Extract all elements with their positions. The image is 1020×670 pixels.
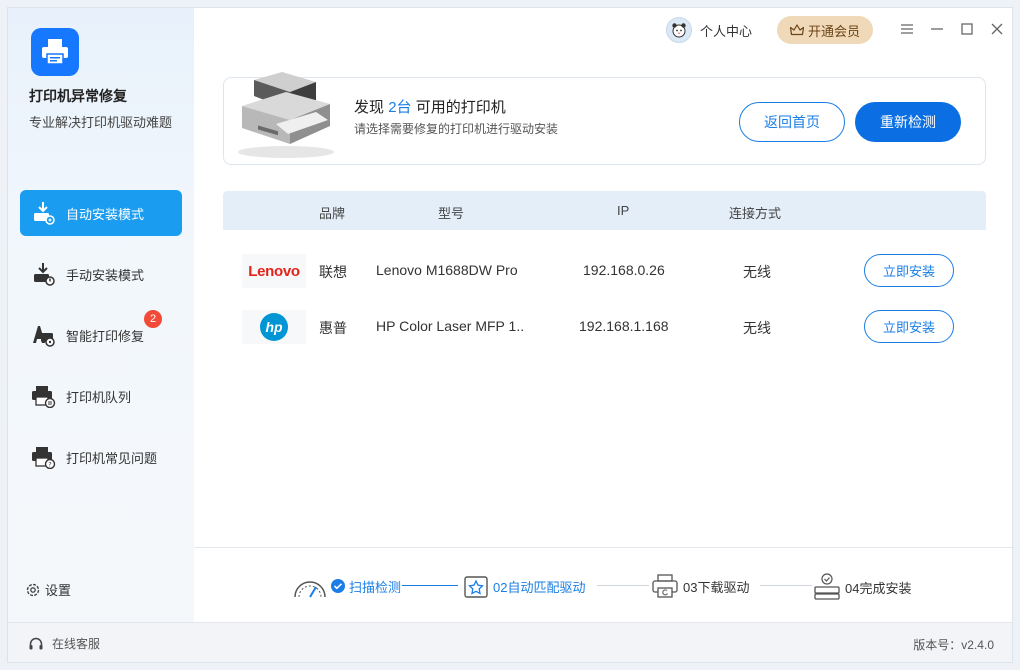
step-complete-install: 04完成安装 <box>813 573 911 601</box>
user-center-button[interactable]: 个人中心 <box>666 17 752 43</box>
column-header-ip: IP <box>617 203 630 218</box>
step-connector <box>402 585 458 586</box>
found-suffix: 可用的打印机 <box>415 99 506 116</box>
found-printers-subtitle: 请选择需要修复的打印机进行驱动安装 <box>354 122 559 136</box>
found-count: 2台 <box>388 99 412 116</box>
hp-logo: hp <box>242 310 306 344</box>
step-match-driver: 02自动匹配驱动 <box>463 573 585 599</box>
ip-cell: 192.168.0.26 <box>583 262 665 278</box>
brand-cell: 惠普 <box>319 320 347 336</box>
column-header-model: 型号 <box>438 206 465 221</box>
connection-cell: 无线 <box>743 320 771 336</box>
step-download-driver: 03下载驱动 <box>651 573 749 599</box>
brand-cell: 联想 <box>319 264 347 280</box>
step-scan: 扫描检测 <box>293 573 401 599</box>
printer-faq-icon: ? <box>30 444 56 470</box>
found-printers-title: 发现 2台 可用的打印机 <box>354 96 506 117</box>
online-support-button[interactable]: 在线客服 <box>28 635 100 652</box>
printer-table-header: 品牌 型号 IP 连接方式 <box>223 191 986 230</box>
step-connector <box>760 585 812 586</box>
manual-install-icon <box>30 261 56 287</box>
user-avatar-icon <box>666 17 692 43</box>
model-cell: Lenovo M1688DW Pro <box>376 262 518 278</box>
support-label: 在线客服 <box>52 637 101 651</box>
connection-cell: 无线 <box>743 264 771 280</box>
table-row: hp 惠普 HP Color Laser MFP 1.. 192.168.1.1… <box>223 302 986 352</box>
footer: 在线客服 版本号：v2.4.0 <box>8 622 1012 662</box>
sidebar-item-printer-faq[interactable]: ? 打印机常见问题 <box>20 434 182 480</box>
settings-label: 设置 <box>45 583 72 598</box>
printer-queue-icon <box>30 383 56 409</box>
check-circle-icon <box>331 579 345 593</box>
sidebar-item-label: 自动安装模式 <box>66 206 145 222</box>
app-window: 打印机异常修复 专业解决打印机驱动难题 自动安装模式 手动安装模式 智能打印修复 <box>7 7 1013 663</box>
app-subtitle: 专业解决打印机驱动难题 <box>29 115 173 130</box>
install-now-button[interactable]: 立即安装 <box>864 254 954 287</box>
lenovo-logo: Lenovo <box>242 254 306 288</box>
user-center-label: 个人中心 <box>700 23 753 39</box>
close-icon[interactable] <box>988 20 1006 38</box>
sidebar-item-label: 手动安装模式 <box>66 267 145 283</box>
smart-repair-icon <box>30 322 56 348</box>
printer-refresh-icon <box>651 573 679 599</box>
menu-icon[interactable] <box>898 20 916 38</box>
sidebar-item-smart-repair[interactable]: 智能打印修复 2 <box>20 310 182 358</box>
minimize-icon[interactable] <box>928 20 946 38</box>
table-row: Lenovo 联想 Lenovo M1688DW Pro 192.168.0.2… <box>223 246 986 296</box>
step-label: 扫描检测 <box>349 579 402 595</box>
sidebar-nav: 自动安装模式 手动安装模式 智能打印修复 2 打印机队列 ? 打印机常见问题 <box>20 190 182 495</box>
rescan-button[interactable]: 重新检测 <box>855 102 961 142</box>
install-now-button[interactable]: 立即安装 <box>864 310 954 343</box>
sidebar-item-manual-install[interactable]: 手动安装模式 <box>20 251 182 297</box>
version-label: 版本号：v2.4.0 <box>913 638 994 652</box>
steps-divider <box>194 547 1012 548</box>
gear-icon <box>26 583 40 596</box>
svg-text:?: ? <box>48 461 51 469</box>
column-header-brand: 品牌 <box>319 206 346 221</box>
vip-label: 开通会员 <box>807 23 860 39</box>
maximize-icon[interactable] <box>958 20 976 38</box>
gauge-icon <box>293 573 327 599</box>
sidebar-item-label: 打印机常见问题 <box>66 450 158 466</box>
step-connector <box>597 585 649 586</box>
star-box-icon <box>463 573 489 599</box>
printer-wrench-icon <box>42 39 68 65</box>
vip-button[interactable]: 开通会员 <box>777 16 873 44</box>
printer-illustration <box>232 66 340 167</box>
computer-check-icon <box>813 573 841 601</box>
title-bar: 个人中心 开通会员 <box>194 8 1012 58</box>
app-name: 打印机异常修复 <box>29 88 127 104</box>
back-home-button[interactable]: 返回首页 <box>739 102 845 142</box>
crown-icon <box>789 24 804 36</box>
column-header-connection: 连接方式 <box>729 206 782 221</box>
ip-cell: 192.168.1.168 <box>579 318 669 334</box>
sidebar-item-printer-queue[interactable]: 打印机队列 <box>20 373 182 419</box>
settings-button[interactable]: 设置 <box>25 580 71 599</box>
notification-badge: 2 <box>144 310 162 328</box>
sidebar-item-label: 打印机队列 <box>66 389 132 405</box>
sidebar: 打印机异常修复 专业解决打印机驱动难题 自动安装模式 手动安装模式 智能打印修复 <box>8 8 194 622</box>
found-prefix: 发现 <box>354 99 385 116</box>
sidebar-item-auto-install[interactable]: 自动安装模式 <box>20 190 182 236</box>
headset-icon <box>29 637 43 649</box>
step-label: 02自动匹配驱动 <box>493 579 586 595</box>
step-label: 03下载驱动 <box>683 579 750 595</box>
sidebar-item-label: 智能打印修复 <box>66 328 145 344</box>
detection-banner: 发现 2台 可用的打印机 请选择需要修复的打印机进行驱动安装 返回首页 重新检测 <box>223 72 986 165</box>
auto-install-icon <box>30 200 56 226</box>
app-logo <box>31 28 79 76</box>
step-label: 04完成安装 <box>845 580 912 596</box>
model-cell: HP Color Laser MFP 1.. <box>376 318 525 334</box>
